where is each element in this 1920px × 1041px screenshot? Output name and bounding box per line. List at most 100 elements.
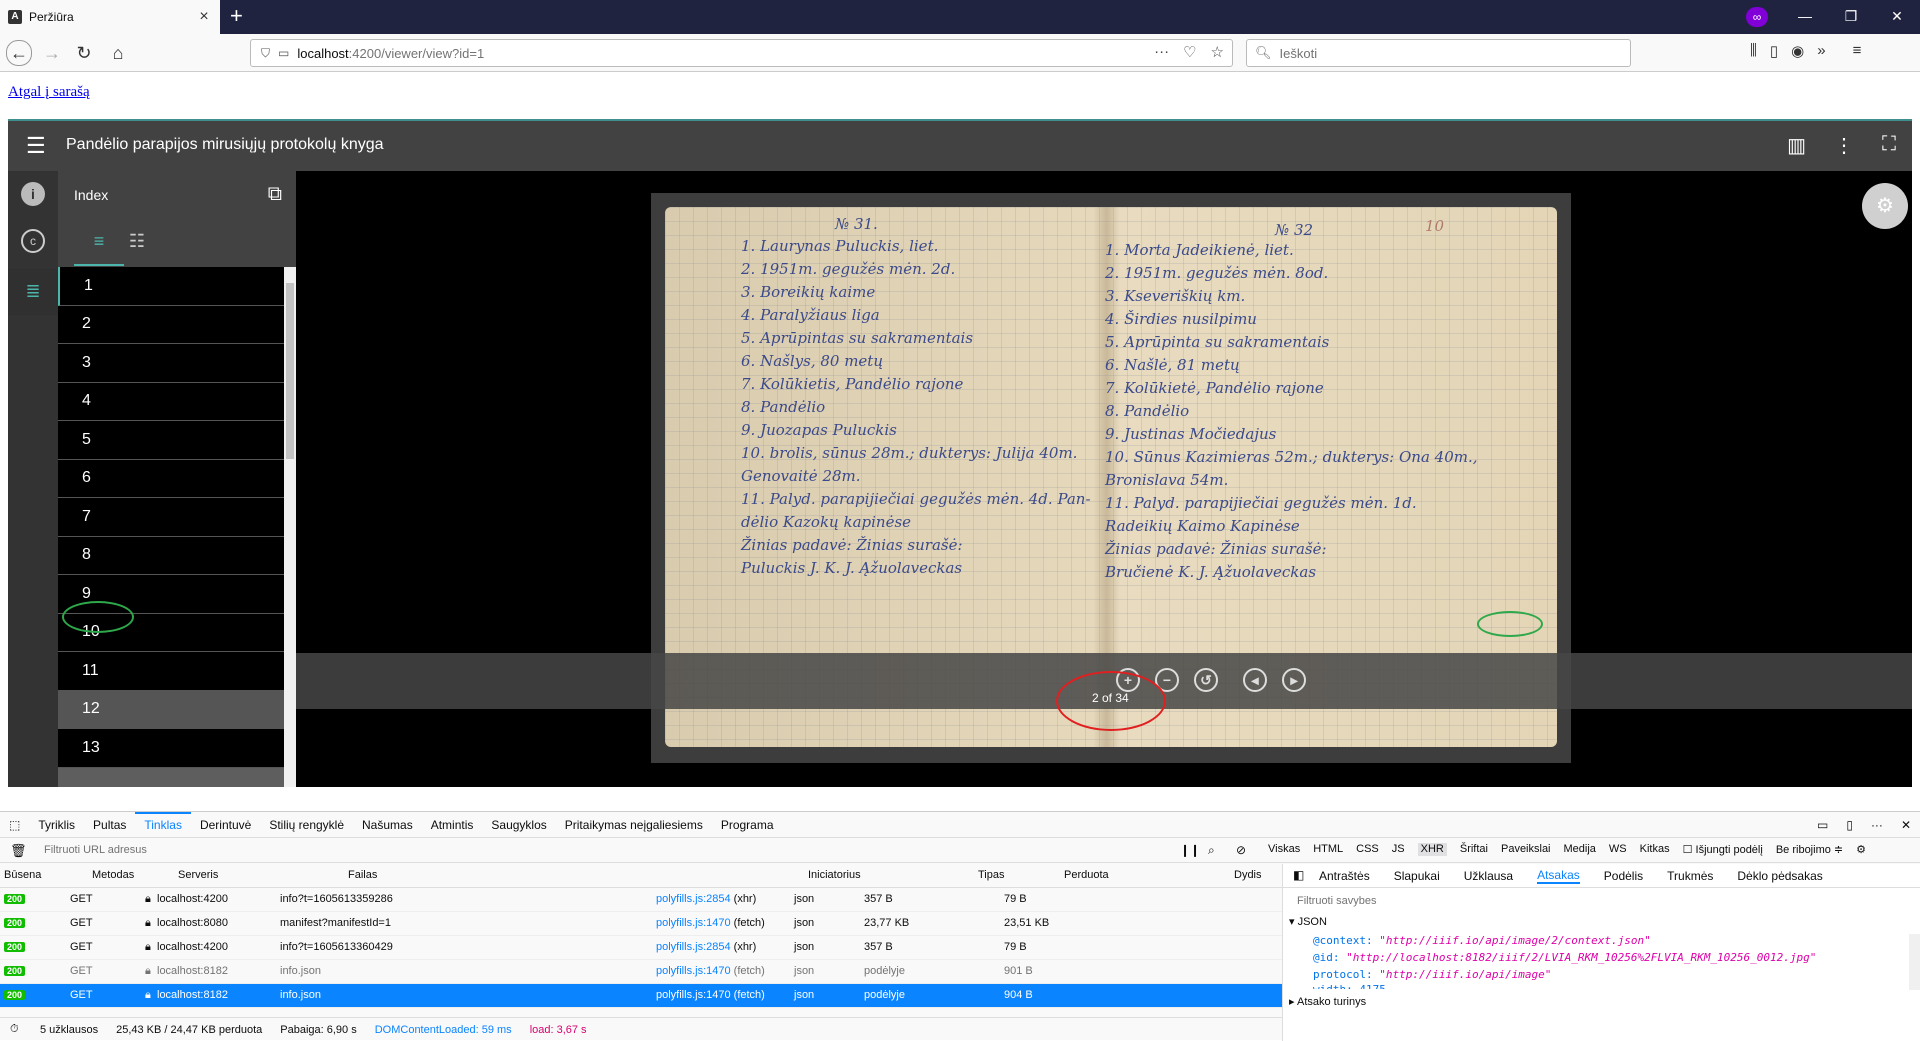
tab-stack-trace[interactable]: Dėklo pėdsakas	[1737, 869, 1822, 883]
open-external-icon[interactable]: ⧉	[268, 183, 282, 206]
pocket-icon[interactable]: ♡	[1183, 43, 1196, 61]
previous-page-icon[interactable]: ◂	[1243, 668, 1267, 692]
tab-performance[interactable]: Našumas	[353, 812, 422, 838]
tab-memory[interactable]: Atmintis	[422, 812, 483, 838]
disable-cache-checkbox[interactable]: ☐ Išjungti podėlį	[1683, 843, 1763, 856]
search-input[interactable]: 🔍︎ Ieškoti	[1246, 39, 1631, 67]
url-bar[interactable]: ⛉ ▭ localhost:4200/viewer/view?id=1 ··· …	[250, 39, 1233, 67]
table-row[interactable]: 200 GET localhost:8182 info.json polyfills.j…	[0, 984, 1282, 1008]
library-icon[interactable]: ⫼	[1750, 42, 1757, 60]
hamburger-menu-icon[interactable]: ≡	[1853, 42, 1862, 60]
index-list-icon[interactable]: ≣	[21, 279, 45, 303]
copyright-icon[interactable]: c	[21, 229, 45, 253]
json-section-toggle[interactable]: ▾ JSON	[1289, 915, 1327, 928]
filter-other[interactable]: Kitkas	[1640, 843, 1670, 856]
filter-ws[interactable]: WS	[1609, 843, 1627, 856]
next-page-icon[interactable]: ▸	[1282, 668, 1306, 692]
tab-inspector[interactable]: Tyriklis	[29, 812, 84, 838]
home-button[interactable]: ⌂	[106, 42, 130, 64]
col-transferred[interactable]: Perduota	[1064, 869, 1109, 881]
initiator-link[interactable]: polyfills.js:1470	[656, 965, 731, 977]
index-item[interactable]: 6	[58, 459, 284, 498]
back-button[interactable]: ←	[6, 40, 32, 66]
index-item[interactable]: 4	[58, 382, 284, 421]
reset-zoom-icon[interactable]: ↺	[1194, 668, 1218, 692]
restore-window-button[interactable]: ❐	[1828, 0, 1874, 34]
initiator-link[interactable]: polyfills.js:1470	[656, 917, 731, 929]
trash-icon[interactable]: 🗑︎	[10, 843, 27, 859]
page-info-icon[interactable]: ▭	[278, 46, 289, 60]
tab-cookies[interactable]: Slapukai	[1394, 869, 1440, 883]
search-icon[interactable]: ⌕	[1208, 843, 1215, 858]
col-status[interactable]: Būsena	[4, 869, 41, 881]
responsive-design-icon[interactable]: ▯	[1837, 812, 1862, 838]
col-initiator[interactable]: Iniciatorius	[808, 869, 861, 881]
tab-headers[interactable]: Antraštės	[1319, 869, 1370, 883]
network-settings-icon[interactable]: ⚙	[1856, 843, 1866, 856]
bookmark-star-icon[interactable]: ☆	[1211, 43, 1224, 61]
property-filter-input[interactable]: Filtruoti savybes	[1297, 895, 1376, 907]
initiator-link[interactable]: polyfills.js:1470	[656, 989, 731, 1001]
more-vert-icon[interactable]: ⋮	[1834, 133, 1854, 158]
minimize-window-button[interactable]: —	[1782, 0, 1828, 34]
col-file[interactable]: Failas	[348, 869, 377, 881]
list-view-tab-icon[interactable]: ≡	[84, 231, 114, 255]
pause-icon[interactable]: ❙❙	[1180, 843, 1200, 857]
close-window-button[interactable]: ✕	[1874, 0, 1920, 34]
initiator-link[interactable]: polyfills.js:2854	[656, 941, 731, 953]
fullscreen-icon[interactable]: ⛶	[1882, 133, 1896, 158]
index-item[interactable]: 8	[58, 536, 284, 575]
sidebar-toggle-icon[interactable]: ▯	[1770, 42, 1778, 60]
col-type[interactable]: Tipas	[978, 869, 1005, 881]
detail-view-tab-icon[interactable]: ☷	[122, 231, 152, 255]
index-scrollbar[interactable]	[284, 267, 296, 787]
initiator-link[interactable]: polyfills.js:2854	[656, 893, 731, 905]
index-item[interactable]: 1	[58, 267, 284, 306]
page-actions-icon[interactable]: ···	[1154, 43, 1169, 61]
overflow-chevron-icon[interactable]: »	[1817, 42, 1825, 60]
table-row[interactable]: 200 GET localhost:4200 info?t=1605613360429…	[0, 936, 1282, 960]
tab-network[interactable]: Tinklas	[135, 811, 191, 838]
close-tab-icon[interactable]: ×	[194, 8, 214, 26]
index-item-selected[interactable]: 12	[58, 690, 284, 729]
index-item[interactable]: 5	[58, 421, 284, 460]
devtools-menu-icon[interactable]: ···	[1862, 812, 1892, 838]
reload-button[interactable]: ↻	[72, 42, 96, 64]
account-icon[interactable]: ◉	[1791, 42, 1804, 60]
toggle-sidebar-icon[interactable]: ◧	[1293, 868, 1304, 882]
filter-all[interactable]: Viskas	[1268, 843, 1300, 856]
index-item[interactable]: 7	[58, 498, 284, 537]
element-picker-icon[interactable]: ⬚	[0, 812, 29, 838]
scrollbar-thumb[interactable]	[286, 283, 294, 459]
filter-css[interactable]: CSS	[1356, 843, 1379, 856]
table-row[interactable]: 200 GET localhost:4200 info?t=1605613359286…	[0, 888, 1282, 912]
filter-html[interactable]: HTML	[1313, 843, 1343, 856]
tab-debugger[interactable]: Derintuvė	[191, 812, 260, 838]
tab-request[interactable]: Užklausa	[1464, 869, 1513, 883]
tab-console[interactable]: Pultas	[84, 812, 135, 838]
table-row[interactable]: 200 GET localhost:8080 manifest?manifestId=…	[0, 912, 1282, 936]
filter-js[interactable]: JS	[1392, 843, 1405, 856]
col-method[interactable]: Metodas	[92, 869, 134, 881]
index-item[interactable]: 11	[58, 652, 284, 691]
two-page-view-icon[interactable]: ▥	[1787, 133, 1806, 158]
tab-storage[interactable]: Saugyklos	[482, 812, 555, 838]
col-size[interactable]: Dydis	[1234, 869, 1262, 881]
filter-xhr[interactable]: XHR	[1417, 843, 1447, 856]
settings-sliders-icon[interactable]: ⚙	[1862, 183, 1908, 229]
dock-icon[interactable]: ▭	[1808, 812, 1837, 838]
filter-images[interactable]: Paveikslai	[1501, 843, 1551, 856]
tab-style-editor[interactable]: Stilių rengyklė	[260, 812, 353, 838]
index-item[interactable]: 2	[58, 305, 284, 344]
new-tab-button[interactable]: +	[230, 3, 243, 29]
forward-button[interactable]: →	[40, 42, 64, 64]
index-item[interactable]: 3	[58, 344, 284, 383]
tab-response[interactable]: Atsakas	[1537, 868, 1580, 884]
table-row[interactable]: 200 GET localhost:8182 info.json polyfills.j…	[0, 960, 1282, 984]
json-scrollbar[interactable]	[1909, 934, 1920, 990]
back-to-list-link[interactable]: Atgal į sarašą	[8, 84, 90, 101]
image-canvas[interactable]: № 31. № 32 10 1. Laurynas Puluckis, liet…	[296, 171, 1912, 787]
close-devtools-icon[interactable]: ✕	[1892, 812, 1920, 838]
filter-fonts[interactable]: Šriftai	[1460, 843, 1488, 856]
filter-media[interactable]: Medija	[1564, 843, 1596, 856]
